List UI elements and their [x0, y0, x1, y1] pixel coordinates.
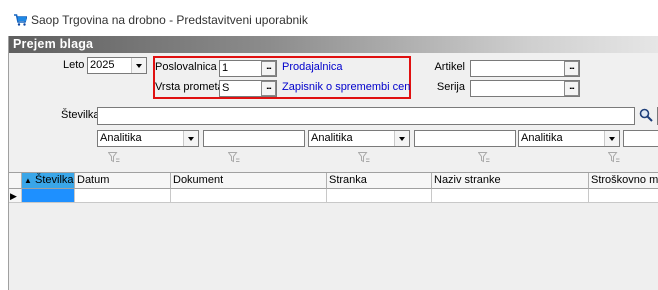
title-bar: Saop Trgovina na drobno - Predstavitveni…	[0, 0, 658, 36]
vrsta-prometa-field[interactable]: S ...	[219, 80, 277, 97]
poslovalnica-lookup-button[interactable]: ...	[261, 61, 276, 76]
serija-lookup-button[interactable]: ...	[564, 81, 579, 96]
analitika-select-2-label: Analitika	[311, 132, 353, 144]
row-indicator-icon[interactable]: ▶	[9, 189, 22, 203]
table-cell[interactable]	[327, 189, 432, 203]
column-header-dokument[interactable]: Dokument	[171, 173, 327, 189]
poslovalnica-description: Prodajalnica	[282, 61, 343, 73]
table-cell[interactable]	[589, 189, 658, 203]
window-title: Saop Trgovina na drobno - Predstavitveni…	[31, 13, 308, 27]
form-header: Prejem blaga	[9, 36, 658, 53]
filter-icon[interactable]	[108, 152, 120, 163]
chevron-down-icon[interactable]	[604, 131, 619, 146]
analitika-value-1[interactable]	[203, 130, 305, 147]
filter-icon[interactable]	[228, 152, 240, 163]
table-cell[interactable]	[171, 189, 327, 203]
leto-label: Leto	[63, 59, 85, 71]
row-indicator-header	[9, 173, 22, 189]
filter-icon[interactable]	[358, 152, 370, 163]
vrsta-prometa-value: S	[222, 82, 230, 94]
serija-field[interactable]: ...	[470, 80, 580, 97]
stevilka-label: Številka	[61, 109, 100, 121]
analitika-select-3[interactable]: Analitika	[518, 130, 620, 147]
analitika-value-2[interactable]	[414, 130, 516, 147]
filter-icon[interactable]	[478, 152, 490, 163]
artikel-field[interactable]: ...	[470, 60, 580, 77]
leto-value: 2025	[90, 59, 115, 71]
chevron-down-icon[interactable]	[131, 58, 146, 73]
table-cell[interactable]	[432, 189, 589, 203]
analitika-select-1[interactable]: Analitika	[97, 130, 199, 147]
column-header-stevilka-label: Številka	[34, 174, 74, 186]
poslovalnica-label: Poslovalnica	[155, 61, 217, 73]
vrsta-prometa-lookup-button[interactable]: ...	[261, 81, 276, 96]
column-header-naziv-stranke[interactable]: Naziv stranke	[432, 173, 589, 189]
analitika-value-3[interactable]	[623, 130, 658, 147]
main-window: Prejem blaga Leto 2025 Poslovalnica 1 ..…	[8, 36, 658, 290]
table-cell[interactable]	[75, 189, 171, 203]
serija-label: Serija	[436, 81, 465, 93]
column-header-datum[interactable]: Datum	[75, 173, 171, 189]
shopping-cart-icon	[14, 14, 27, 26]
filter-icon[interactable]	[608, 152, 620, 163]
table-cell-selected[interactable]	[22, 189, 75, 203]
column-header-stranka[interactable]: Stranka	[327, 173, 432, 189]
search-icon[interactable]	[639, 108, 653, 122]
analitika-select-1-label: Analitika	[100, 132, 142, 144]
sort-ascending-icon: ▲	[24, 176, 32, 185]
chevron-down-icon[interactable]	[183, 131, 198, 146]
vrsta-prometa-label: Vrsta prometa	[155, 81, 224, 93]
form-title: Prejem blaga	[13, 37, 94, 51]
artikel-lookup-button[interactable]: ...	[564, 61, 579, 76]
stevilka-search-input[interactable]	[97, 107, 635, 125]
analitika-select-3-label: Analitika	[521, 132, 563, 144]
poslovalnica-value: 1	[222, 62, 229, 74]
column-header-stevilka[interactable]: ▲ Številka	[22, 173, 75, 189]
leto-select[interactable]: 2025	[87, 57, 147, 74]
analitika-select-2[interactable]: Analitika	[308, 130, 410, 147]
column-header-stroskovno-mesto[interactable]: Stroškovno mest	[589, 173, 658, 189]
chevron-down-icon[interactable]	[394, 131, 409, 146]
data-grid: ▲ Številka Datum Dokument Stranka Naziv …	[9, 172, 658, 290]
vrsta-prometa-description: Zapisnik o spremembi cen	[282, 81, 411, 93]
poslovalnica-field[interactable]: 1 ...	[219, 60, 277, 77]
artikel-label: Artikel	[434, 61, 465, 73]
